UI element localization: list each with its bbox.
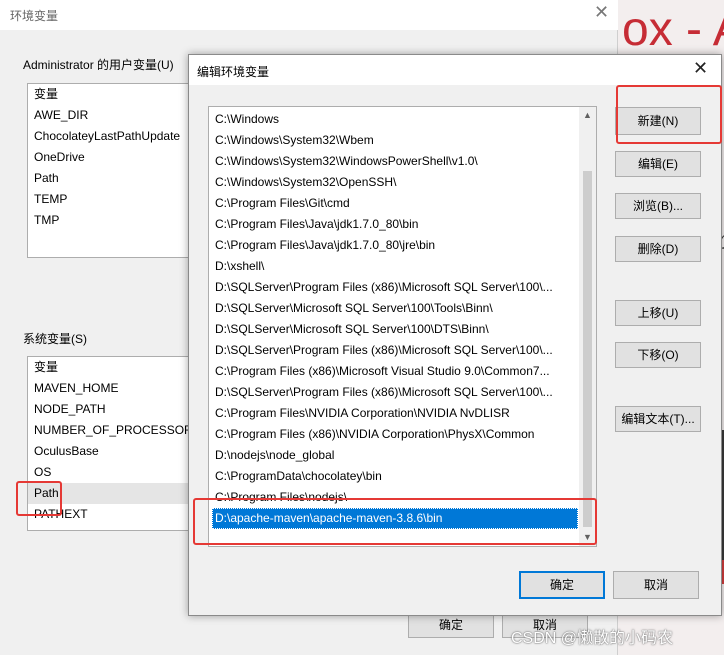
list-item[interactable]: C:\Program Files (x86)\Microsoft Visual … bbox=[212, 361, 578, 382]
annotation-path-highlight bbox=[16, 481, 62, 516]
list-item[interactable]: D:\SQLServer\Microsoft SQL Server\100\DT… bbox=[212, 319, 578, 340]
list-item[interactable]: Path bbox=[28, 168, 190, 189]
watermark: CSDN @懒散的小码农 bbox=[511, 630, 674, 647]
list-item[interactable]: OS bbox=[28, 462, 190, 483]
list-item[interactable]: D:\SQLServer\Program Files (x86)\Microso… bbox=[212, 340, 578, 361]
list-item[interactable]: C:\ProgramData\chocolatey\bin bbox=[212, 466, 578, 487]
list-item[interactable]: C:\Windows bbox=[212, 109, 578, 130]
path-list-scrollbar[interactable]: ▲ ▼ bbox=[579, 107, 596, 546]
list-item[interactable]: OneDrive bbox=[28, 147, 190, 168]
list-item[interactable]: C:\Program Files\Git\cmd bbox=[212, 193, 578, 214]
annotation-new-path-highlight bbox=[193, 498, 597, 545]
window-title: 环境变量 bbox=[10, 9, 59, 23]
cancel-button[interactable]: 取消 bbox=[613, 571, 699, 599]
user-vars-list[interactable]: 变量 AWE_DIR ChocolateyLastPathUpdate OneD… bbox=[27, 83, 191, 258]
edit-button[interactable]: 编辑(E) bbox=[615, 151, 701, 177]
list-item[interactable]: MAVEN_HOME bbox=[28, 378, 190, 399]
list-item[interactable]: C:\Windows\System32\WindowsPowerShell\v1… bbox=[212, 151, 578, 172]
list-item[interactable]: TMP bbox=[28, 210, 190, 231]
scroll-up-icon[interactable]: ▲ bbox=[579, 107, 596, 124]
list-item[interactable]: C:\Program Files\Java\jdk1.7.0_80\jre\bi… bbox=[212, 235, 578, 256]
dialog-title: 编辑环境变量 bbox=[197, 65, 270, 79]
list-item[interactable]: NODE_PATH bbox=[28, 399, 190, 420]
path-list[interactable]: C:\Windows C:\Windows\System32\Wbem C:\W… bbox=[208, 106, 597, 547]
list-item[interactable]: C:\Program Files\NVIDIA Corporation\NVID… bbox=[212, 403, 578, 424]
dialog-titlebar: 编辑环境变量 ✕ bbox=[189, 55, 721, 85]
background-headline: ox - A bbox=[622, 3, 724, 56]
list-item[interactable]: AWE_DIR bbox=[28, 105, 190, 126]
close-icon[interactable]: ✕ bbox=[693, 58, 708, 79]
annotation-new-button-highlight bbox=[616, 85, 722, 144]
list-item[interactable]: NUMBER_OF_PROCESSORS bbox=[28, 420, 190, 441]
edit-text-button[interactable]: 编辑文本(T)... bbox=[615, 406, 701, 432]
delete-button[interactable]: 删除(D) bbox=[615, 236, 701, 262]
user-vars-label: Administrator 的用户变量(U) bbox=[23, 58, 174, 72]
browse-button[interactable]: 浏览(B)... bbox=[615, 193, 701, 219]
list-item[interactable]: TEMP bbox=[28, 189, 190, 210]
list-item[interactable]: C:\Program Files\Java\jdk1.7.0_80\bin bbox=[212, 214, 578, 235]
user-vars-header: 变量 bbox=[34, 87, 59, 101]
move-up-button[interactable]: 上移(U) bbox=[615, 300, 701, 326]
list-item[interactable]: C:\Windows\System32\Wbem bbox=[212, 130, 578, 151]
list-item[interactable]: D:\xshell\ bbox=[212, 256, 578, 277]
ok-button[interactable]: 确定 bbox=[519, 571, 605, 599]
close-icon[interactable]: ✕ bbox=[594, 2, 609, 23]
list-item[interactable]: D:\SQLServer\Microsoft SQL Server\100\To… bbox=[212, 298, 578, 319]
list-item[interactable]: D:\nodejs\node_global bbox=[212, 445, 578, 466]
list-item[interactable]: D:\SQLServer\Program Files (x86)\Microso… bbox=[212, 277, 578, 298]
move-down-button[interactable]: 下移(O) bbox=[615, 342, 701, 368]
system-vars-header: 变量 bbox=[34, 360, 59, 374]
list-item[interactable]: D:\SQLServer\Program Files (x86)\Microso… bbox=[212, 382, 578, 403]
scroll-thumb[interactable] bbox=[583, 171, 592, 527]
list-item[interactable]: ChocolateyLastPathUpdate bbox=[28, 126, 190, 147]
list-item[interactable]: OculusBase bbox=[28, 441, 190, 462]
list-item[interactable]: C:\Windows\System32\OpenSSH\ bbox=[212, 172, 578, 193]
window-titlebar: 环境变量 ✕ bbox=[0, 0, 618, 30]
list-item[interactable]: C:\Program Files (x86)\NVIDIA Corporatio… bbox=[212, 424, 578, 445]
system-vars-label: 系统变量(S) bbox=[23, 332, 87, 346]
